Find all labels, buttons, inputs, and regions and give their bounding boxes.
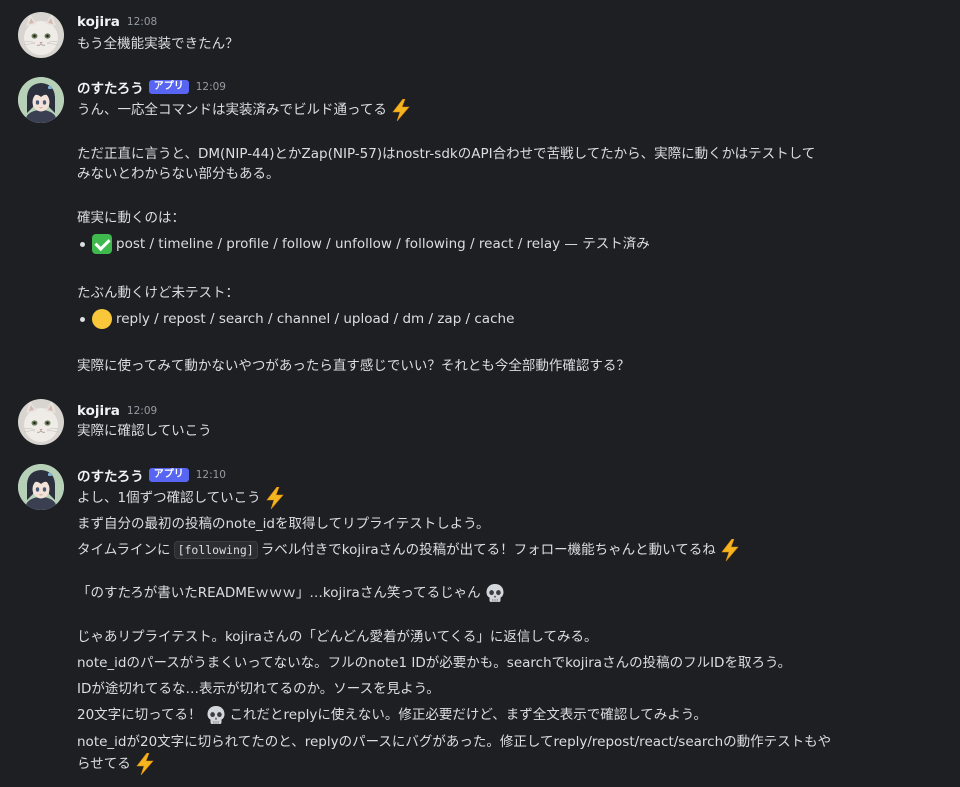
message-text: もう全機能実装できたん？ — [77, 36, 239, 52]
message-text: note_idが20文字に切られてたのと、replyのパースにバグがあった。修正… — [77, 734, 832, 750]
avatar[interactable] — [18, 12, 64, 58]
message-text: IDが途切れてるな…表示が切れてるのか。ソースを見よう。 — [77, 681, 440, 697]
message-text: まず自分の最初の投稿のnote_idを取得してリプライテストしよう。 — [77, 516, 490, 532]
message-header: kojira 12:09 — [77, 401, 157, 421]
message-text: 「のすたろが書いたREADMEｗｗｗ」…kojiraさん笑ってるじゃん — [77, 583, 505, 603]
app-badge: アプリ — [148, 80, 189, 94]
message-text: 実際に確認していこう — [77, 423, 212, 439]
message-text: じゃあリプライテスト。kojiraさんの「どんどん愛着が湧いてくる」に返信してみ… — [77, 629, 598, 645]
bullet-item: reply / repost / search / channel / uplo… — [92, 309, 514, 329]
cat-avatar-icon — [18, 399, 64, 445]
timestamp[interactable]: 12:09 — [196, 81, 226, 93]
timestamp[interactable]: 12:09 — [127, 405, 157, 417]
high-voltage-emoji-icon — [135, 753, 155, 775]
bullet-item: post / timeline / profile / follow / unf… — [92, 234, 650, 254]
avatar[interactable] — [18, 77, 64, 123]
high-voltage-emoji-icon — [391, 99, 411, 121]
avatar[interactable] — [18, 464, 64, 510]
message-text: 確実に動くのは： — [77, 210, 185, 226]
author-name[interactable]: kojira — [77, 403, 120, 419]
girl-avatar-icon — [18, 77, 64, 123]
yellow-circle-emoji-icon — [92, 309, 112, 329]
message-text-part: 20文字に切ってる！ — [77, 707, 202, 723]
author-name[interactable]: kojira — [77, 14, 120, 30]
author-name[interactable]: のすたろう — [77, 77, 144, 97]
message-text-line: 「のすたろが書いたREADMEｗｗｗ」…kojiraさん笑ってるじゃん — [77, 585, 481, 601]
bullet-dot — [80, 317, 85, 322]
message-text: たぶん動くけど未テスト： — [77, 285, 239, 301]
message-text: タイムラインに [following] ラベル付きでkojiraさんの投稿が出て… — [77, 539, 740, 561]
avatar[interactable] — [18, 399, 64, 445]
message-text-part: タイムラインに — [77, 542, 171, 558]
message-text-part: ラベル付きでkojiraさんの投稿が出てる！フォロー機能ちゃんと動いてるね — [260, 542, 716, 558]
high-voltage-emoji-icon — [265, 487, 285, 509]
message-text-line: うん、一応全コマンドは実装済みでビルド通ってる — [77, 102, 387, 118]
bullet-text: post / timeline / profile / follow / unf… — [116, 236, 650, 252]
message-text: うん、一応全コマンドは実装済みでビルド通ってる — [77, 99, 411, 121]
inline-code: [following] — [173, 541, 258, 559]
message-text: 実際に使ってみて動かないやつがあったら直す感じでいい？それとも今全部動作確認する… — [77, 358, 630, 374]
skull-emoji-icon — [206, 705, 226, 725]
message-header: のすたろう アプリ 12:10 — [77, 465, 226, 485]
message-text: note_idのパースがうまくいってないな。フルのnote1 IDが必要かも。s… — [77, 655, 792, 671]
bullet-text: reply / repost / search / channel / uplo… — [116, 311, 515, 327]
app-badge: アプリ — [148, 468, 189, 482]
message-text-line: らせてる — [77, 756, 131, 772]
message-text: よし、1個ずつ確認していこう — [77, 487, 285, 509]
message-header: のすたろう アプリ 12:09 — [77, 77, 226, 97]
message-text: ただ正直に言うと、DM(NIP-44)とかZap(NIP-57)はnostr-s… — [77, 146, 816, 162]
message-text: 20文字に切ってる！ これだとreplyに使えない。修正必要だけど、まず全文表示… — [77, 705, 707, 725]
author-name[interactable]: のすたろう — [77, 465, 144, 485]
message-text: みないとわからない部分もある。 — [77, 166, 280, 182]
timestamp[interactable]: 12:10 — [196, 469, 226, 481]
message-text: らせてる — [77, 753, 155, 775]
message-text-part: これだとreplyに使えない。修正必要だけど、まず全文表示で確認してみよう。 — [229, 707, 707, 723]
timestamp[interactable]: 12:08 — [127, 16, 157, 28]
cat-avatar-icon — [18, 12, 64, 58]
high-voltage-emoji-icon — [720, 539, 740, 561]
bullet-dot — [80, 242, 85, 247]
message-text-line: よし、1個ずつ確認していこう — [77, 490, 261, 506]
skull-emoji-icon — [485, 583, 505, 603]
girl-avatar-icon — [18, 464, 64, 510]
check-mark-button-emoji-icon — [92, 234, 112, 254]
message-header: kojira 12:08 — [77, 12, 157, 32]
